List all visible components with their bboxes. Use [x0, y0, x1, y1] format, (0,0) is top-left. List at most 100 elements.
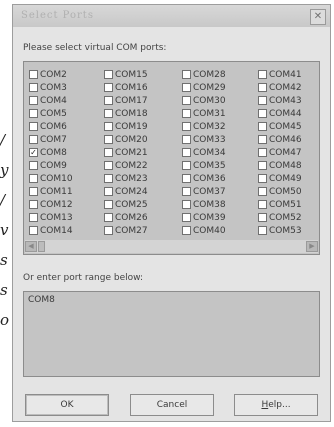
port-checkbox[interactable] [258, 200, 267, 209]
cancel-button[interactable]: Cancel [130, 394, 214, 416]
port-option[interactable]: COM27 [104, 224, 148, 237]
horizontal-scrollbar[interactable]: ◀ ▶ [25, 240, 318, 253]
port-option[interactable]: COM18 [104, 107, 148, 120]
port-option[interactable]: COM14 [29, 224, 73, 237]
port-option[interactable]: ✓ COM8 [29, 146, 73, 159]
port-checkbox[interactable] [258, 135, 267, 144]
port-option[interactable]: COM24 [104, 185, 148, 198]
port-option[interactable]: COM32 [182, 120, 226, 133]
port-range-input[interactable]: COM8 [23, 291, 320, 377]
port-option[interactable]: COM26 [104, 211, 148, 224]
port-checkbox[interactable] [29, 109, 38, 118]
port-checkbox[interactable] [258, 213, 267, 222]
port-checkbox[interactable] [258, 96, 267, 105]
port-option[interactable]: COM16 [104, 81, 148, 94]
port-option[interactable]: COM38 [182, 198, 226, 211]
port-option[interactable]: COM3 [29, 81, 73, 94]
scroll-right-icon[interactable]: ▶ [306, 241, 318, 252]
port-checkbox[interactable] [104, 122, 113, 131]
port-option[interactable]: COM9 [29, 159, 73, 172]
help-button[interactable]: Help... [234, 394, 318, 416]
port-option[interactable]: COM44 [258, 107, 302, 120]
port-option[interactable]: COM6 [29, 120, 73, 133]
port-option[interactable]: COM25 [104, 198, 148, 211]
port-option[interactable]: COM22 [104, 159, 148, 172]
port-checkbox[interactable] [258, 226, 267, 235]
port-option[interactable]: COM29 [182, 81, 226, 94]
port-checkbox[interactable] [258, 174, 267, 183]
port-checkbox[interactable] [29, 70, 38, 79]
port-checkbox[interactable] [29, 200, 38, 209]
port-checkbox[interactable] [29, 187, 38, 196]
port-checkbox[interactable] [258, 148, 267, 157]
port-checkbox[interactable] [182, 200, 191, 209]
port-option[interactable]: COM11 [29, 185, 73, 198]
port-checkbox[interactable] [104, 70, 113, 79]
port-checkbox[interactable] [104, 213, 113, 222]
port-option[interactable]: COM35 [182, 159, 226, 172]
port-checkbox[interactable] [29, 96, 38, 105]
port-checkbox[interactable] [104, 174, 113, 183]
port-checkbox[interactable] [104, 161, 113, 170]
port-checkbox[interactable] [104, 187, 113, 196]
port-checkbox[interactable] [258, 161, 267, 170]
port-checkbox[interactable] [104, 83, 113, 92]
port-option[interactable]: COM39 [182, 211, 226, 224]
port-option[interactable]: COM34 [182, 146, 226, 159]
port-checkbox[interactable] [182, 96, 191, 105]
port-option[interactable]: COM7 [29, 133, 73, 146]
port-checkbox[interactable] [104, 135, 113, 144]
port-checkbox[interactable] [182, 148, 191, 157]
port-option[interactable]: COM46 [258, 133, 302, 146]
port-option[interactable]: COM20 [104, 133, 148, 146]
port-checkbox[interactable] [182, 161, 191, 170]
port-option[interactable]: COM33 [182, 133, 226, 146]
port-option[interactable]: COM40 [182, 224, 226, 237]
port-option[interactable]: COM45 [258, 120, 302, 133]
port-option[interactable]: COM21 [104, 146, 148, 159]
port-option[interactable]: COM10 [29, 172, 73, 185]
port-checkbox[interactable] [29, 122, 38, 131]
port-option[interactable]: COM37 [182, 185, 226, 198]
port-option[interactable]: COM31 [182, 107, 226, 120]
port-checkbox[interactable] [182, 174, 191, 183]
port-checkbox[interactable] [104, 109, 113, 118]
port-option[interactable]: COM17 [104, 94, 148, 107]
port-checkbox[interactable] [258, 187, 267, 196]
port-checkbox[interactable] [29, 213, 38, 222]
port-option[interactable]: COM49 [258, 172, 302, 185]
port-checkbox[interactable] [104, 200, 113, 209]
port-option[interactable]: COM4 [29, 94, 73, 107]
port-checkbox[interactable]: ✓ [29, 148, 38, 157]
scroll-left-icon[interactable]: ◀ [25, 241, 37, 252]
port-checkbox[interactable] [182, 109, 191, 118]
port-option[interactable]: COM36 [182, 172, 226, 185]
port-checkbox[interactable] [182, 213, 191, 222]
port-checkbox[interactable] [104, 96, 113, 105]
port-option[interactable]: COM23 [104, 172, 148, 185]
port-option[interactable]: COM53 [258, 224, 302, 237]
close-icon[interactable]: ✕ [310, 9, 326, 25]
port-checkbox[interactable] [258, 70, 267, 79]
port-checkbox[interactable] [29, 161, 38, 170]
port-option[interactable]: COM48 [258, 159, 302, 172]
ok-button[interactable]: OK [25, 394, 109, 416]
port-option[interactable]: COM15 [104, 68, 148, 81]
port-checkbox[interactable] [104, 226, 113, 235]
port-checkbox[interactable] [29, 174, 38, 183]
port-checkbox[interactable] [258, 122, 267, 131]
port-checkbox[interactable] [182, 187, 191, 196]
port-checkbox[interactable] [182, 70, 191, 79]
port-option[interactable]: COM5 [29, 107, 73, 120]
port-checkbox[interactable] [258, 83, 267, 92]
port-option[interactable]: COM50 [258, 185, 302, 198]
port-option[interactable]: COM13 [29, 211, 73, 224]
port-option[interactable]: COM12 [29, 198, 73, 211]
port-option[interactable]: COM2 [29, 68, 73, 81]
port-option[interactable]: COM43 [258, 94, 302, 107]
scrollbar-thumb[interactable] [38, 241, 45, 252]
port-checkbox[interactable] [29, 135, 38, 144]
port-checkbox[interactable] [258, 109, 267, 118]
port-option[interactable]: COM41 [258, 68, 302, 81]
port-option[interactable]: COM51 [258, 198, 302, 211]
